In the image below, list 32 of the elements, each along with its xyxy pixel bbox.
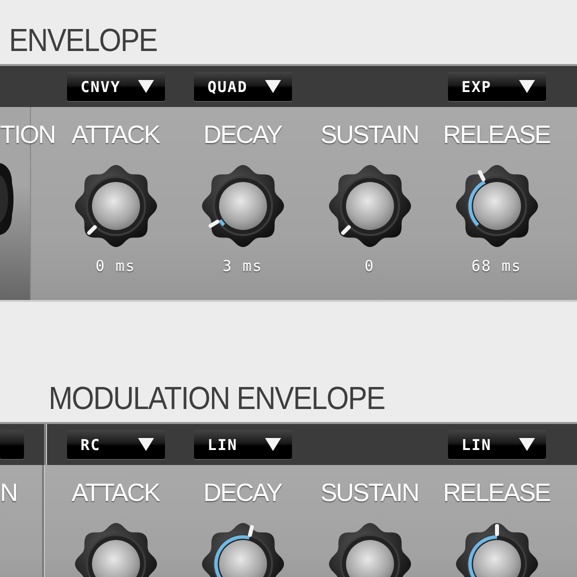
section-title: MODULATION ENVELOPE: [48, 380, 385, 416]
knob[interactable]: [454, 163, 540, 249]
dropdown-arrow-icon: [264, 79, 282, 94]
knob-label: N: [0, 479, 17, 507]
dropdown-button[interactable]: EXP: [448, 72, 546, 101]
knob-value: 0 ms: [95, 257, 136, 275]
knob-label: ATTACK: [72, 479, 160, 507]
knob-label: DECAY: [203, 121, 282, 149]
dropdown-button[interactable]: LIN: [448, 430, 546, 459]
knob-label: SUSTAIN: [320, 121, 419, 149]
knob[interactable]: [72, 163, 158, 249]
knob[interactable]: [326, 163, 412, 249]
knob-label: DECAY: [203, 479, 282, 507]
knob-label: TION: [0, 121, 55, 149]
knob-value: 0: [364, 257, 375, 275]
knob-value: 68 ms: [471, 257, 522, 275]
dropdown-arrow-icon: [136, 79, 154, 94]
dropdown-arrow-icon: [264, 437, 282, 452]
dropdown-button[interactable]: CNVY: [66, 72, 164, 101]
knob-label: RELEASE: [443, 121, 550, 149]
knob-label: RELEASE: [443, 479, 550, 507]
section-title: ENVELOPE: [9, 22, 158, 58]
dropdown-arrow-icon: [136, 437, 154, 452]
knob-label: ATTACK: [72, 121, 160, 149]
dropdown-arrow-icon: [518, 79, 536, 94]
knob-label: SUSTAIN: [320, 479, 419, 507]
dropdown-button[interactable]: LIN: [194, 430, 292, 459]
knob-value: 3 ms: [222, 257, 263, 275]
knob[interactable]: [200, 163, 286, 249]
dropdown-button[interactable]: QUAD: [194, 72, 292, 101]
dropdown-arrow-icon: [518, 437, 536, 452]
dropdown-button[interactable]: RC: [66, 430, 164, 459]
